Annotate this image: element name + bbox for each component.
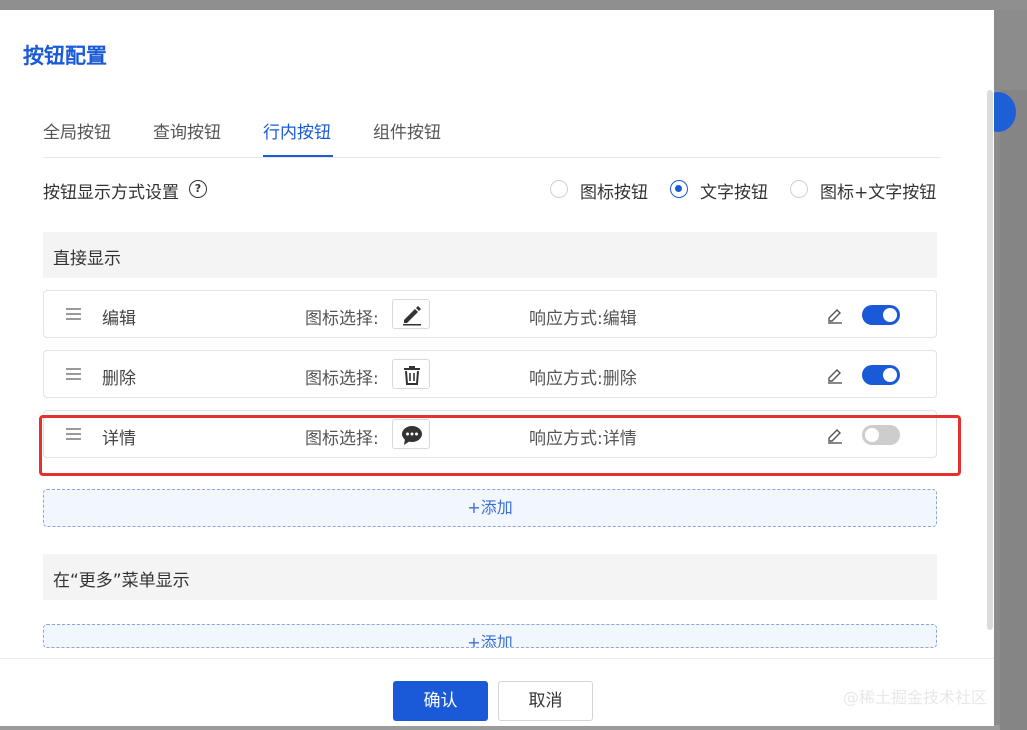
radio-icon-button-label[interactable]: 图标按钮 (580, 178, 648, 203)
radio-text-button-label[interactable]: 文字按钮 (700, 178, 768, 203)
tab-component-buttons[interactable]: 组件按钮 (373, 118, 441, 143)
button-row-edit: 编辑 图标选择: 响应方式:编辑 (43, 290, 937, 338)
button-config-dialog: 按钮配置 全局按钮 查询按钮 行内按钮 组件按钮 按钮显示方式设置 ? 图标按钮… (0, 10, 994, 726)
tab-inline-buttons[interactable]: 行内按钮 (263, 118, 331, 143)
radio-icon-text-button-label[interactable]: 图标+文字按钮 (820, 178, 936, 203)
background-page-edge (980, 10, 1027, 730)
pencil-icon (403, 306, 421, 326)
enable-toggle[interactable] (862, 365, 900, 385)
icon-select-box[interactable] (392, 299, 430, 329)
background-panel (1000, 90, 1027, 730)
button-name: 删除 (102, 369, 136, 389)
add-direct-button[interactable]: +添加 (43, 489, 937, 527)
active-tab-indicator (263, 155, 333, 157)
confirm-button[interactable]: 确认 (393, 681, 488, 721)
response-mode-label: 响应方式:编辑 (529, 309, 637, 329)
radio-icon-text-button[interactable] (790, 180, 808, 198)
icon-select-box[interactable] (392, 359, 430, 389)
dialog-scrollbar[interactable] (987, 90, 993, 630)
trash-icon (404, 366, 420, 385)
add-more-button[interactable]: +添加 (43, 624, 937, 648)
response-mode-label: 响应方式:删除 (529, 369, 637, 389)
tab-query-buttons[interactable]: 查询按钮 (153, 118, 221, 143)
button-row-delete: 删除 图标选择: 响应方式:删除 (43, 350, 937, 398)
direct-display-header: 直接显示 (43, 232, 937, 278)
dialog-title: 按钮配置 (23, 44, 107, 68)
cancel-button[interactable]: 取消 (498, 681, 593, 721)
radio-text-button[interactable] (670, 180, 688, 198)
radio-icon-button[interactable] (550, 180, 568, 198)
direct-display-title: 直接显示 (53, 249, 121, 269)
icon-select-label: 图标选择: (305, 309, 379, 329)
more-menu-header: 在“更多”菜单显示 (43, 554, 937, 600)
background-toolbar (0, 0, 1027, 10)
more-menu-title: 在“更多”菜单显示 (53, 571, 190, 591)
button-name: 编辑 (102, 309, 136, 329)
watermark: @稀土掘金技术社区 (843, 688, 988, 707)
highlight-annotation (39, 415, 961, 476)
tab-global-buttons[interactable]: 全局按钮 (43, 118, 111, 143)
drag-handle-icon[interactable] (66, 368, 81, 380)
tab-bar: 全局按钮 查询按钮 行内按钮 组件按钮 (43, 113, 941, 158)
edit-pencil-icon[interactable] (826, 366, 844, 384)
enable-toggle[interactable] (862, 305, 900, 325)
question-circle-icon[interactable]: ? (189, 180, 207, 198)
edit-pencil-icon[interactable] (826, 306, 844, 324)
icon-select-label: 图标选择: (305, 369, 379, 389)
display-mode-label: 按钮显示方式设置 (43, 183, 179, 203)
drag-handle-icon[interactable] (66, 308, 81, 320)
